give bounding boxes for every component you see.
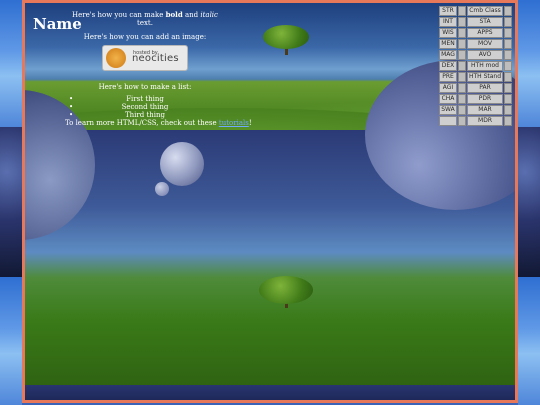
stat-button[interactable]: AVO [467, 50, 503, 60]
footer-line: To learn more HTML/CSS, check out these … [65, 119, 265, 127]
stat-button[interactable]: PRE [439, 72, 457, 82]
stat-value-box[interactable] [458, 94, 466, 104]
text-segment: and [182, 11, 201, 19]
stat-button[interactable]: MEN [439, 39, 457, 49]
list-item: First thing [65, 95, 225, 103]
stat-row: INT STA [439, 17, 513, 28]
stat-value-box[interactable] [458, 72, 466, 82]
stat-value-box[interactable] [504, 6, 512, 16]
stat-row: MAG AVO [439, 50, 513, 61]
wallpaper-tile-left-top [0, 0, 22, 127]
stat-row: MEN MOV [439, 39, 513, 50]
footer-text: To learn more HTML/CSS, check out these [65, 119, 219, 127]
wallpaper-tile-right-top [518, 0, 540, 127]
stat-row: MDR [439, 116, 513, 127]
moon-small [155, 182, 169, 196]
wallpaper-tile-right-mid [518, 127, 540, 277]
stat-value-box[interactable] [504, 116, 512, 126]
stat-value-box[interactable] [504, 17, 512, 27]
main-frame: Name Here's how you can make bold and it… [22, 0, 518, 403]
neocities-cat-icon [106, 48, 126, 68]
thing-list: First thing Second thing Third thing [65, 95, 225, 119]
stat-value-box[interactable] [504, 72, 512, 82]
stat-value-box[interactable] [504, 105, 512, 115]
badge-big-text: neocities [132, 53, 179, 64]
stat-button[interactable]: AGI [439, 83, 457, 93]
planet-mid [160, 142, 204, 186]
list-intro: Here's how to make a list: [98, 83, 192, 91]
stat-value-box[interactable] [458, 39, 466, 49]
stat-button[interactable]: INT [439, 17, 457, 27]
stat-value-box[interactable] [504, 94, 512, 104]
space-strip [25, 385, 515, 400]
image-intro: Here's how you can add an image: [83, 33, 207, 41]
stat-row: STR Cmb Class [439, 6, 513, 17]
stat-button[interactable]: Cmb Class [467, 6, 503, 16]
wallpaper-tile-left-bottom [0, 277, 22, 405]
formatting-line: Here's how you can make bold and italic … [65, 10, 225, 28]
stat-value-box[interactable] [458, 61, 466, 71]
landscape-background-main [25, 60, 515, 385]
tutorials-link[interactable]: tutorials [219, 119, 249, 127]
stat-value-box[interactable] [458, 28, 466, 38]
stat-row: CHA PDR [439, 94, 513, 105]
stat-row: SWA MAR [439, 105, 513, 116]
text-segment: text. [137, 19, 153, 27]
stat-button-grid: STR Cmb Class INT STA WIS APPS MEN MOV MAG AV… [439, 6, 513, 127]
stat-button[interactable] [439, 116, 457, 126]
neocities-badge[interactable]: hosted by neocities [102, 45, 188, 71]
tree-image [263, 25, 309, 49]
stat-button[interactable]: MDR [467, 116, 503, 126]
stat-value-box[interactable] [504, 39, 512, 49]
wallpaper-tile-left-mid [0, 127, 22, 277]
stat-button[interactable]: HTH mod [467, 61, 503, 71]
stat-value-box[interactable] [458, 17, 466, 27]
content-column: Here's how you can make bold and italic … [65, 10, 225, 120]
stat-value-box[interactable] [458, 105, 466, 115]
wallpaper-tile-right-bottom [518, 277, 540, 405]
stat-value-box[interactable] [458, 50, 466, 60]
stat-button[interactable]: CHA [439, 94, 457, 104]
stat-button[interactable]: PAR [467, 83, 503, 93]
tree-image-main [259, 276, 313, 304]
stat-button[interactable]: MAR [467, 105, 503, 115]
text-segment: Here's how you can make [72, 11, 166, 19]
stat-row: DEX HTH mod [439, 61, 513, 72]
stat-button[interactable]: HTH Stand [467, 72, 503, 82]
list-item: Third thing [65, 111, 225, 119]
footer-text-end: ! [248, 119, 252, 127]
stat-value-box[interactable] [504, 83, 512, 93]
stat-value-box[interactable] [458, 83, 466, 93]
stat-row: AGI PAR [439, 83, 513, 94]
stat-button[interactable]: MAG [439, 50, 457, 60]
stat-value-box[interactable] [504, 28, 512, 38]
stat-value-box[interactable] [504, 50, 512, 60]
stat-button[interactable]: SWA [439, 105, 457, 115]
stat-button[interactable]: MOV [467, 39, 503, 49]
stat-value-box[interactable] [504, 61, 512, 71]
list-item: Second thing [65, 103, 225, 111]
stat-row: WIS APPS [439, 28, 513, 39]
stat-row: PRE HTH Stand [439, 72, 513, 83]
stat-button[interactable]: PDR [467, 94, 503, 104]
stat-button[interactable]: APPS [467, 28, 503, 38]
stat-value-box[interactable] [458, 116, 466, 126]
stat-button[interactable]: STR [439, 6, 457, 16]
stat-button[interactable]: WIS [439, 28, 457, 38]
bold-text: bold [165, 10, 183, 19]
stat-button[interactable]: STA [467, 17, 503, 27]
italic-text: italic [200, 11, 218, 19]
stat-value-box[interactable] [458, 6, 466, 16]
stat-button[interactable]: DEX [439, 61, 457, 71]
